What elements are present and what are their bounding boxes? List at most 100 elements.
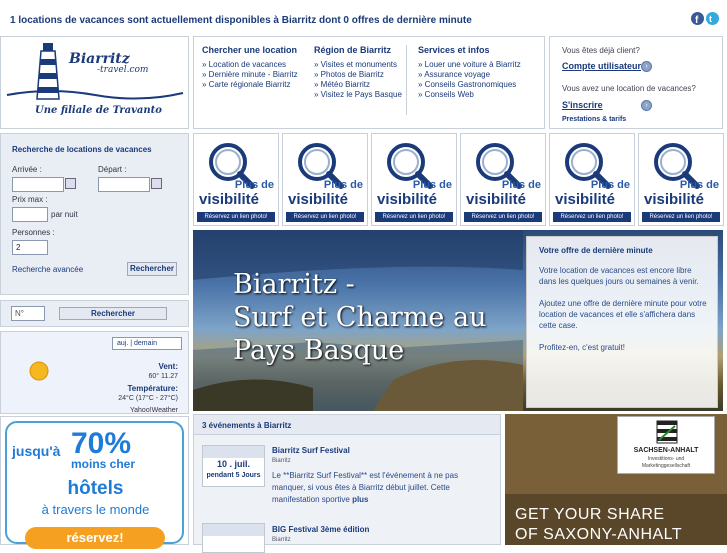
logo-panel[interactable]: Biarritz -travel.com Une filiale de Trav… — [0, 36, 189, 129]
tile-line2: visibilité — [377, 191, 438, 208]
main-nav: Chercher une location Location de vacanc… — [193, 36, 545, 129]
tile-cta: Réservez un lien photo! — [197, 212, 275, 222]
arrow-right-icon[interactable]: › — [641, 61, 652, 72]
tile-line2: visibilité — [555, 191, 616, 208]
search-button[interactable]: Rechercher — [127, 262, 177, 276]
nav-link-basque[interactable]: Visitez le Pays Basque — [314, 90, 402, 100]
persons-input[interactable]: 2 — [12, 240, 48, 255]
property-number-input[interactable]: N° — [11, 306, 45, 321]
arrival-input[interactable] — [12, 177, 64, 192]
owner-question: Vous avez une location de vacances? — [562, 84, 696, 93]
calendar-icon[interactable] — [65, 178, 76, 189]
search-title: Recherche de locations de vacances — [12, 145, 152, 154]
number-search-button[interactable]: Rechercher — [59, 307, 167, 320]
tile-cta: Réservez un lien photo! — [286, 212, 364, 222]
visibility-ad-tile[interactable]: Plus de visibilité Réservez un lien photo! — [460, 133, 546, 226]
advanced-search-link[interactable]: Recherche avancée — [12, 265, 83, 274]
event-title[interactable]: Biarritz Surf Festival — [272, 446, 350, 455]
top-bar: 1 locations de vacances sont actuellemen… — [0, 0, 727, 36]
nav-column-title[interactable]: Chercher une location — [202, 45, 298, 55]
ad-sub1: Investitions- und — [647, 456, 685, 462]
event-place: Biarritz — [272, 537, 291, 543]
weather-source-link[interactable]: Yahoo!Weather — [130, 407, 178, 414]
offer-paragraph: Profitez-en, c'est gratuit! — [539, 343, 626, 352]
user-account-link[interactable]: Compte utilisateur — [562, 61, 641, 71]
offer-paragraph: Ajoutez une offre de dernière minute pou… — [539, 299, 707, 330]
visibility-ad-tile[interactable]: Plus de visibilité Réservez un lien photo! — [638, 133, 724, 226]
promo-hotels: hôtels — [67, 478, 124, 499]
tile-cta: Réservez un lien photo! — [642, 212, 720, 222]
persons-label: Personnes : — [12, 228, 55, 237]
event-title[interactable]: BIG Festival 3ème édition — [272, 525, 369, 534]
tile-cta: Réservez un lien photo! — [375, 212, 453, 222]
visibility-ad-tile[interactable]: Plus de visibilité Réservez un lien photo! — [549, 133, 635, 226]
nav-link-location[interactable]: Location de vacances — [202, 60, 298, 70]
tile-line1: Plus de — [234, 179, 274, 191]
coat-of-arms-icon — [656, 420, 678, 444]
hotel-promo-banner[interactable]: jusqu'à 70% moins cher hôtels à travers … — [0, 416, 189, 549]
departure-input[interactable] — [98, 177, 150, 192]
tile-cta: Réservez un lien photo! — [464, 212, 542, 222]
nav-link-visits[interactable]: Visites et monuments — [314, 60, 402, 70]
nav-column-title[interactable]: Région de Biarritz — [314, 45, 402, 55]
signup-link[interactable]: S'inscrire — [562, 100, 603, 110]
max-price-input[interactable] — [12, 207, 48, 222]
event-date: 10 . juil. — [216, 459, 250, 469]
saxony-anhalt-ad[interactable]: SACHSEN-ANHALT Investitions- und Marketi… — [505, 414, 727, 545]
tile-line2: visibilité — [466, 191, 527, 208]
promo-book-button[interactable]: réservez! — [25, 527, 165, 549]
tile-line1: Plus de — [501, 179, 541, 191]
nav-link-web[interactable]: Conseils Web — [418, 90, 521, 100]
tile-cta: Réservez un lien photo! — [553, 212, 631, 222]
temperature-value: 24°C (17°C - 27°C) — [118, 395, 178, 402]
tile-line1: Plus de — [323, 179, 363, 191]
ad-slogan-line2: OF SAXONY-ANHALT — [515, 526, 683, 543]
ad-logo-box: SACHSEN-ANHALT Investitions- und Marketi… — [617, 416, 715, 474]
nav-link-car[interactable]: Louer une voiture à Biarritz — [418, 60, 521, 70]
nav-link-map[interactable]: Carte régionale Biarritz — [202, 80, 298, 90]
ad-brand: SACHSEN-ANHALT — [633, 447, 699, 454]
twitter-icon[interactable]: t — [706, 12, 719, 25]
event-more-link[interactable]: plus — [352, 495, 368, 504]
arrow-right-icon[interactable]: › — [641, 100, 652, 111]
nav-link-insurance[interactable]: Assurance voyage — [418, 70, 521, 80]
nav-link-photos[interactable]: Photos de Biarritz — [314, 70, 402, 80]
calendar-icon[interactable] — [151, 178, 162, 189]
wind-label: Vent: — [158, 362, 178, 371]
nav-column-region: Région de Biarritz Visites et monuments … — [314, 45, 402, 100]
promo-worldwide: à travers le monde — [41, 502, 150, 517]
logo-domain: -travel.com — [97, 65, 149, 75]
visibility-ad-tile[interactable]: Plus de visibilité Réservez un lien photo! — [193, 133, 279, 226]
events-header: 3 événements à Biarritz — [202, 421, 292, 430]
visibility-ad-tile[interactable]: Plus de visibilité Réservez un lien photo! — [371, 133, 457, 226]
nav-link-weather[interactable]: Météo Biarritz — [314, 80, 402, 90]
date-box-header — [203, 524, 264, 536]
client-question: Vous êtes déjà client? — [562, 46, 640, 55]
number-search: N° Rechercher — [0, 300, 189, 327]
availability-message: 1 locations de vacances sont actuellemen… — [10, 15, 472, 26]
ad-slogan-line1: GET YOUR SHARE — [515, 506, 665, 523]
nav-link-gastronomy[interactable]: Conseils Gastronomiques — [418, 80, 521, 90]
tab-tomorrow[interactable]: demain — [134, 340, 157, 347]
promo-cheaper: moins cher — [71, 457, 136, 471]
events-panel: 3 événements à Biarritz 10 . juil. penda… — [193, 414, 501, 553]
nav-link-last-minute[interactable]: Dernière minute - Biarritz — [202, 70, 298, 80]
last-minute-offer-panel: Votre offre de dernière minute Votre loc… — [526, 236, 718, 408]
pricing-link[interactable]: Prestations & tarifs — [562, 116, 626, 123]
nav-column-title[interactable]: Services et infos — [418, 45, 521, 55]
visibility-ad-tile[interactable]: Plus de visibilité Réservez un lien photo! — [282, 133, 368, 226]
promo-up-to: jusqu'à — [12, 443, 61, 459]
offer-text: Votre location de vacances est encore li… — [539, 265, 709, 364]
departure-label: Départ : — [98, 165, 127, 174]
arrival-label: Arrivée : — [12, 165, 42, 174]
facebook-icon[interactable]: f — [691, 12, 704, 26]
nav-divider — [406, 45, 407, 115]
event-duration: pendant 5 Jours — [206, 472, 261, 479]
tile-line1: Plus de — [590, 179, 630, 191]
logo-tagline: Une filiale de Travanto — [35, 105, 162, 116]
event-place: Biarritz — [272, 458, 291, 464]
svg-text:t: t — [709, 14, 712, 24]
tab-today[interactable]: auj. — [117, 340, 128, 347]
tile-line2: visibilité — [199, 191, 260, 208]
account-panel: Vous êtes déjà client? Compte utilisateu… — [549, 36, 723, 129]
